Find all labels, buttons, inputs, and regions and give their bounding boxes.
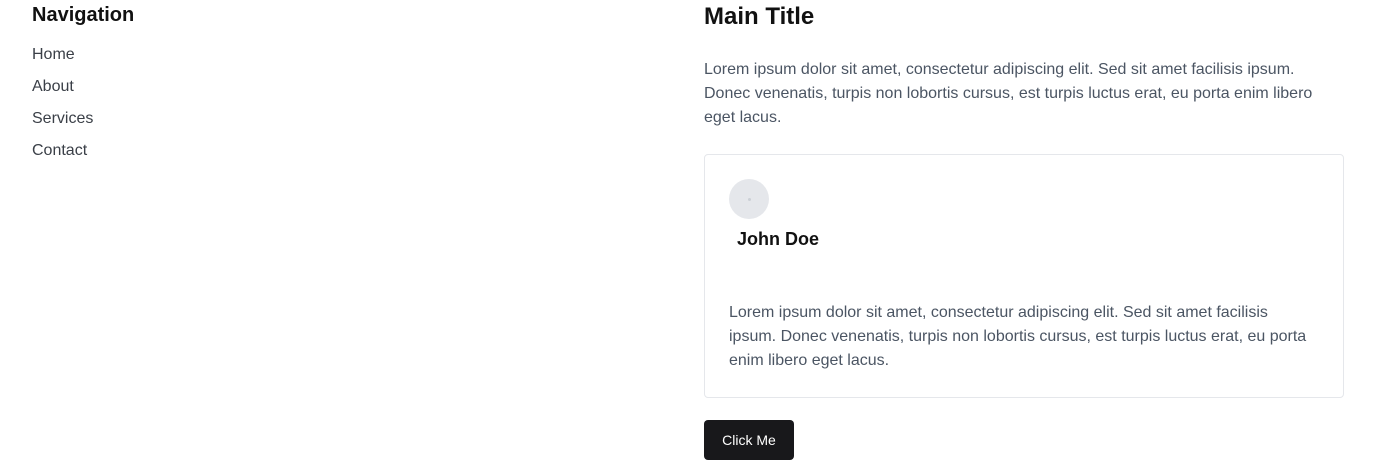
profile-card: John Doe Lorem ipsum dolor sit amet, con… [704,154,1344,398]
nav-item-about[interactable]: About [32,77,672,109]
sidebar: Navigation Home About Services Contact [32,0,672,173]
page: Navigation Home About Services Contact M… [0,0,1376,460]
nav-item-services[interactable]: Services [32,109,672,141]
nav-item-home[interactable]: Home [32,45,672,77]
nav-item-contact[interactable]: Contact [32,141,672,173]
avatar-placeholder-icon [729,179,769,219]
sidebar-title: Navigation [32,4,135,26]
card-description: Lorem ipsum dolor sit amet, consectetur … [729,304,1307,369]
nav-list: Home About Services Contact [32,45,672,173]
main-content: Main Title Lorem ipsum dolor sit amet, c… [704,0,1344,460]
click-me-button[interactable]: Click Me [704,420,794,460]
card-name: John Doe [737,229,820,249]
page-title: Main Title [704,3,815,30]
avatar-dot [747,197,751,201]
intro-paragraph: Lorem ipsum dolor sit amet, consectetur … [704,61,1313,126]
